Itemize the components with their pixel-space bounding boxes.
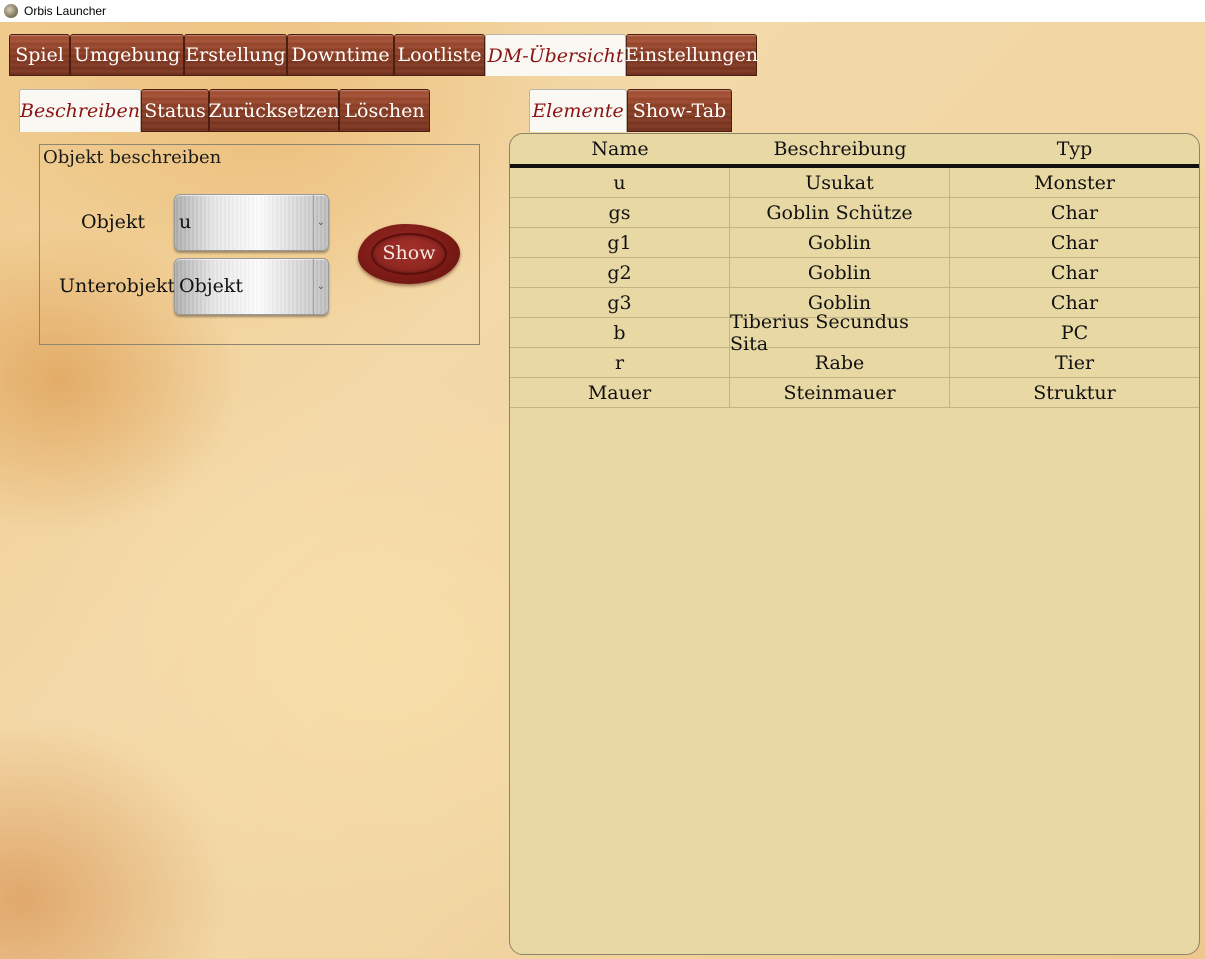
cell-name: gs bbox=[510, 198, 730, 227]
app-icon bbox=[4, 4, 18, 18]
tab-label: Elemente bbox=[532, 100, 624, 122]
cell-name: g2 bbox=[510, 258, 730, 287]
object-label: Objekt bbox=[81, 211, 146, 233]
cell-name: u bbox=[510, 168, 730, 197]
cell-name: g1 bbox=[510, 228, 730, 257]
tab-label: Lootliste bbox=[397, 44, 482, 66]
tab-beschreiben[interactable]: Beschreiben bbox=[19, 89, 141, 132]
tab-zuruecksetzen[interactable]: Zurücksetzen bbox=[208, 89, 340, 132]
column-header-typ[interactable]: Typ bbox=[950, 138, 1199, 160]
table-row[interactable]: b Tiberius Secundus Sita PC bbox=[510, 311, 1199, 355]
cell-typ: Tier bbox=[1054, 351, 1095, 374]
tab-label: Umgebung bbox=[73, 44, 181, 66]
tab-label: Downtime bbox=[291, 44, 390, 66]
tab-downtime[interactable]: Downtime bbox=[287, 34, 394, 76]
cell-name: r bbox=[510, 348, 730, 377]
table-header: Name Beschreibung Typ bbox=[510, 134, 1199, 168]
show-button[interactable]: Show bbox=[358, 224, 460, 284]
tab-label: Status bbox=[144, 99, 206, 122]
tab-dm-uebersicht[interactable]: DM-Übersicht bbox=[485, 34, 626, 76]
tab-einstellungen[interactable]: Einstellungen bbox=[624, 34, 759, 76]
table-row[interactable]: g1 Goblin Char bbox=[510, 228, 1199, 258]
table-row[interactable]: u Usukat Monster bbox=[510, 168, 1199, 198]
tab-label: Löschen bbox=[344, 99, 425, 122]
cell-name: b bbox=[510, 318, 730, 347]
subobject-value: Objekt bbox=[179, 275, 244, 297]
cell-typ: PC bbox=[1060, 321, 1089, 344]
cell-typ: Char bbox=[1050, 201, 1099, 224]
chevron-down-icon[interactable]: ⌄ bbox=[313, 195, 328, 250]
subobject-label: Unterobjekt bbox=[59, 275, 176, 297]
subobject-combobox[interactable]: Objekt ⌄ bbox=[174, 258, 329, 315]
chevron-down-icon[interactable]: ⌄ bbox=[313, 259, 328, 314]
cell-typ: Char bbox=[1050, 231, 1099, 254]
tab-umgebung[interactable]: Umgebung bbox=[70, 34, 184, 76]
table-row[interactable]: g2 Goblin Char bbox=[510, 258, 1199, 288]
cell-name: Mauer bbox=[510, 378, 730, 407]
tab-lootliste[interactable]: Lootliste bbox=[394, 34, 485, 76]
column-header-beschreibung[interactable]: Beschreibung bbox=[730, 138, 950, 160]
table-row[interactable]: r Rabe Tier bbox=[510, 348, 1199, 378]
tab-loeschen[interactable]: Löschen bbox=[339, 89, 430, 132]
object-combobox[interactable]: u ⌄ bbox=[174, 194, 329, 251]
tab-status[interactable]: Status bbox=[141, 89, 209, 132]
tab-label: DM-Übersicht bbox=[487, 44, 624, 67]
elements-table: Name Beschreibung Typ u Usukat Monster g… bbox=[509, 133, 1200, 955]
table-row[interactable]: gs Goblin Schütze Char bbox=[510, 198, 1199, 228]
cell-beschreibung: Goblin bbox=[730, 228, 950, 257]
cell-name: g3 bbox=[510, 288, 730, 317]
cell-beschreibung: Goblin bbox=[730, 258, 950, 287]
table-row[interactable]: Mauer Steinmauer Struktur bbox=[510, 378, 1199, 408]
show-button-label: Show bbox=[382, 242, 436, 264]
cell-beschreibung: Tiberius Secundus Sita bbox=[730, 311, 950, 355]
tab-label: Einstellungen bbox=[624, 44, 759, 66]
group-title: Objekt beschreiben bbox=[43, 147, 222, 168]
cell-typ: Char bbox=[1050, 291, 1099, 314]
table-body: u Usukat Monster gs Goblin Schütze Char … bbox=[510, 168, 1199, 408]
tab-label: Zurücksetzen bbox=[208, 99, 340, 122]
object-value: u bbox=[179, 211, 192, 233]
title-bar: Orbis Launcher bbox=[0, 0, 1205, 22]
tab-elemente[interactable]: Elemente bbox=[529, 89, 627, 132]
cell-beschreibung: Steinmauer bbox=[730, 378, 950, 407]
window-title: Orbis Launcher bbox=[24, 4, 107, 18]
tab-spiel[interactable]: Spiel bbox=[9, 34, 70, 76]
tab-erstellung[interactable]: Erstellung bbox=[184, 34, 287, 76]
column-header-name[interactable]: Name bbox=[510, 138, 730, 160]
cell-beschreibung: Usukat bbox=[730, 168, 950, 197]
tab-label: Spiel bbox=[15, 44, 64, 66]
tab-label: Show-Tab bbox=[632, 99, 727, 122]
tab-label: Erstellung bbox=[185, 44, 286, 66]
cell-typ: Char bbox=[1050, 261, 1099, 284]
tab-label: Beschreiben bbox=[20, 100, 140, 122]
tab-show-tab[interactable]: Show-Tab bbox=[627, 89, 732, 132]
cell-beschreibung: Rabe bbox=[730, 348, 950, 377]
cell-typ: Struktur bbox=[1033, 381, 1116, 404]
cell-typ: Monster bbox=[1034, 171, 1115, 194]
cell-beschreibung: Goblin Schütze bbox=[730, 198, 950, 227]
